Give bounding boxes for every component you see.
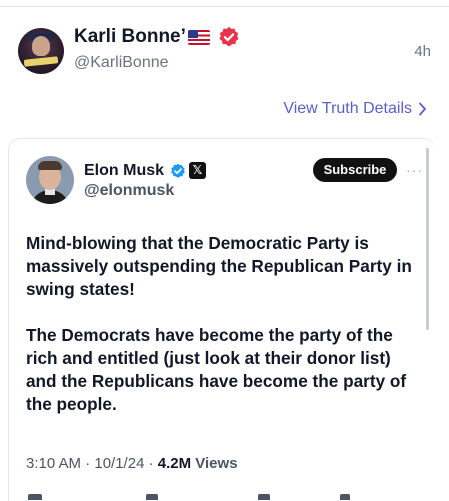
view-truth-details-link[interactable]: View Truth Details	[283, 100, 427, 118]
view-truth-details-label: View Truth Details	[283, 100, 412, 117]
quoted-author-handle[interactable]: @elonmusk	[84, 182, 174, 200]
author-avatar[interactable]	[18, 28, 64, 74]
verified-badge-icon	[219, 26, 239, 47]
reply-icon[interactable]	[28, 494, 42, 500]
subscribe-button[interactable]: Subscribe	[313, 158, 397, 182]
quoted-paragraph-1: Mind-blowing that the Democratic Party i…	[26, 233, 412, 299]
like-icon[interactable]	[258, 494, 270, 500]
views-count: 4.2M	[157, 455, 192, 472]
chevron-right-icon	[419, 102, 427, 116]
quoted-author-name[interactable]: Elon Musk	[84, 162, 164, 180]
author-name[interactable]: Karli Bonne’	[74, 26, 186, 48]
top-divider	[0, 0, 449, 7]
flag-us-icon	[188, 30, 210, 45]
repost-icon[interactable]	[146, 494, 158, 500]
verified-check-icon	[171, 163, 185, 178]
post-timestamp: 4h	[414, 43, 431, 60]
scrollbar[interactable]	[426, 148, 429, 330]
share-icon[interactable]	[340, 494, 350, 500]
quoted-post-meta: 3:10 AM · 10/1/24 · 4.2M Views	[26, 455, 238, 472]
x-logo-icon: 𝕏	[189, 162, 206, 179]
quoted-paragraph-2: The Democrats have become the party of t…	[26, 325, 407, 414]
quoted-post-datetime: 3:10 AM · 10/1/24 ·	[26, 455, 158, 472]
more-options-icon[interactable]: ···	[406, 162, 423, 178]
author-handle[interactable]: @KarliBonne	[74, 54, 169, 72]
action-bar	[26, 492, 416, 500]
quoted-author-avatar[interactable]	[26, 156, 74, 204]
quoted-post-text: Mind-blowing that the Democratic Party i…	[26, 232, 424, 439]
views-label: Views	[195, 455, 238, 472]
